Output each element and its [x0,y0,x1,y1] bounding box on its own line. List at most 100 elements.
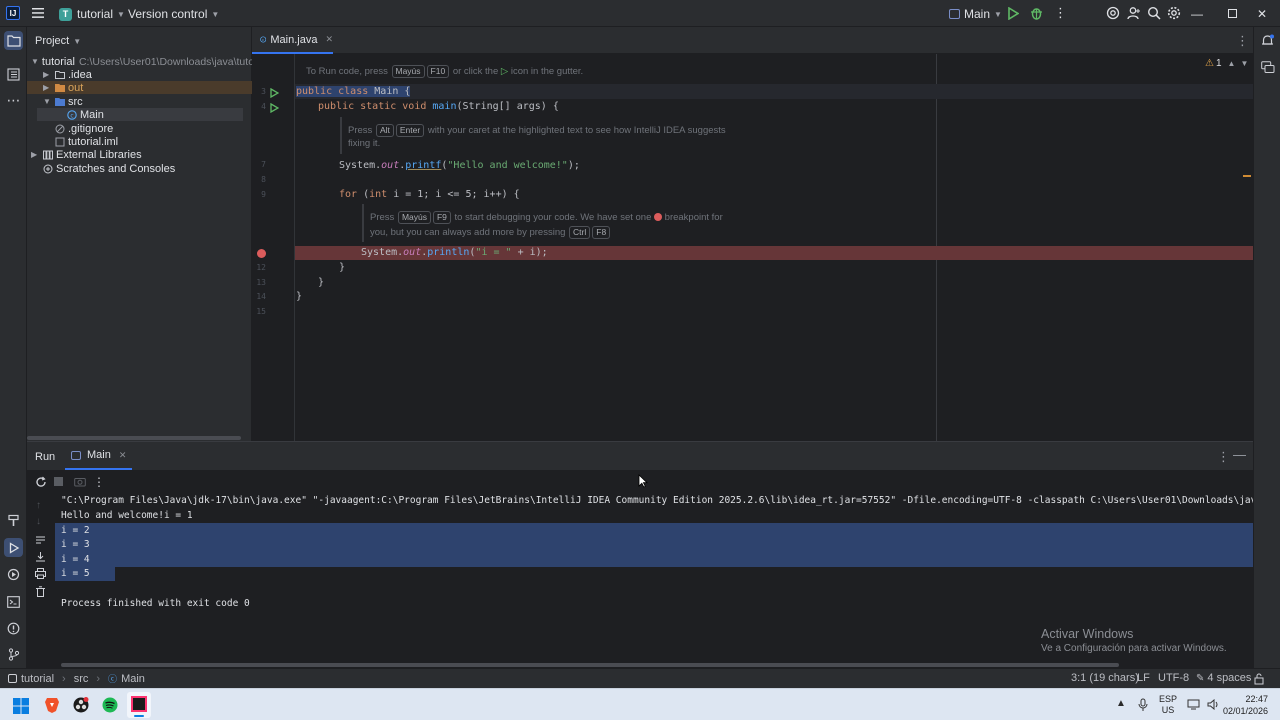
breakpoint-icon[interactable] [257,249,266,258]
stop-icon[interactable] [54,477,63,486]
main-menu-icon[interactable] [30,6,46,23]
tree-item-src[interactable]: ▼ src [43,95,83,108]
debug-icon[interactable] [1030,6,1043,23]
tree-item-scratches[interactable]: Scratches and Consoles [43,162,175,175]
gutter-run-icon[interactable] [270,87,280,101]
tree-item-idea[interactable]: ▶ .idea [43,68,92,81]
spotify-icon[interactable] [102,697,118,716]
indent-widget[interactable]: ✎ 4 spaces [1196,672,1251,684]
rerun-icon[interactable] [35,476,47,491]
add-user-icon[interactable] [1127,6,1141,23]
chevron-up-icon[interactable]: ▲ [1228,59,1236,68]
down-arrow-icon[interactable]: ↓ [36,516,41,527]
close-tab-icon[interactable]: ✕ [325,34,333,45]
right-tool-strip [1253,27,1280,668]
close-tab-icon[interactable]: ✕ [119,450,127,461]
tree-item-main[interactable]: c Main [37,108,243,121]
java-class-icon: c [260,36,267,43]
clock[interactable]: 22:47 02/01/2026 [1222,693,1268,717]
windows-start-icon[interactable] [13,698,29,717]
tree-item-iml[interactable]: tutorial.iml [55,135,118,148]
key-f8: F8 [592,226,611,239]
project-tool-icon[interactable] [4,31,23,50]
run-tool-icon[interactable] [4,538,23,557]
gutter-run-icon[interactable] [270,102,280,116]
breadcrumb-item[interactable]: tutorial [21,673,54,685]
root-name: tutorial [41,55,75,68]
search-icon[interactable] [1147,6,1161,23]
trash-icon[interactable] [35,586,46,600]
ai-chat-icon[interactable] [1258,58,1277,77]
code-line-13[interactable]: } [339,262,345,273]
run-icon[interactable] [1007,6,1020,23]
ai-assistant-icon[interactable] [1106,6,1120,23]
tree-item-label: .idea [68,68,92,81]
project-widget[interactable]: T tutorial ▼ [59,7,125,21]
root-path: C:\Users\User01\Downloads\java\tutorial [78,55,269,68]
time: 22:47 [1245,694,1268,704]
up-arrow-icon[interactable]: ↑ [36,500,41,511]
print-icon[interactable] [35,568,46,582]
soft-wrap-icon[interactable] [35,534,46,548]
tree-item-external-libraries[interactable]: ▶ External Libraries [31,148,142,161]
tree-item-gitignore[interactable]: .gitignore [55,122,113,135]
code-line-12[interactable]: System.out.println("i = " + i); [361,247,548,258]
chevron-down-icon[interactable]: ▼ [1240,59,1248,68]
more-icon[interactable]: ⋮ [93,475,105,489]
obs-icon[interactable] [73,697,89,716]
build-hammer-icon[interactable] [4,511,23,530]
line-separator[interactable]: LF [1137,672,1150,684]
vcs-widget[interactable]: Version control ▼ [128,7,219,21]
horizontal-scrollbar[interactable] [27,436,241,440]
more-tools-icon[interactable]: ⋯ [4,91,23,110]
tree-item-label: out [68,81,84,94]
breadcrumb-item[interactable]: Main [121,673,145,685]
code-line-3[interactable]: public class Main { [296,86,411,97]
tray-chevron-up-icon[interactable]: ▲ [1116,698,1126,709]
services-icon[interactable] [4,565,23,584]
tab-run-main[interactable]: Main ✕ [65,442,133,470]
file-encoding[interactable]: UTF-8 [1158,672,1189,684]
network-icon[interactable] [1187,699,1200,713]
run-config-selector[interactable]: Main ▼ [949,7,1002,21]
tab-options-icon[interactable]: ⋮ [1236,33,1249,49]
lock-icon[interactable] [1254,673,1264,688]
terminal-icon[interactable] [4,592,23,611]
microphone-icon[interactable] [1138,698,1148,715]
volume-icon[interactable] [1207,698,1220,713]
hide-panel-icon[interactable]: — [1233,447,1246,462]
code-line-7[interactable]: System.out.printf("Hello and welcome!"); [339,160,580,171]
code-line-4[interactable]: public static void main(String[] args) { [318,101,559,112]
java-class-icon: ⓒ [108,674,118,684]
hint-alt-enter: Press Alt Enter with your caret at the hi… [348,124,726,137]
code-line-14[interactable]: } [318,277,324,288]
horizontal-scrollbar[interactable] [61,663,1119,667]
caret-position[interactable]: 3:1 (19 chars) [1071,672,1139,684]
scroll-to-end-icon[interactable] [35,551,46,565]
tree-item-out[interactable]: ▶ out [27,81,252,94]
input-language[interactable]: ESP US [1159,694,1177,716]
close-button[interactable]: ✕ [1244,0,1280,27]
intellij-taskbar-button[interactable] [127,692,151,718]
more-actions-icon[interactable]: ⋮ [1054,5,1067,21]
module-icon [8,674,17,683]
structure-tool-icon[interactable] [4,65,23,84]
tree-root[interactable]: ▼ tutorial C:\Users\User01\Downloads\jav… [31,55,268,68]
inspection-widget[interactable]: ⚠ 1 ▲ ▼ [1205,58,1248,69]
line-number: 8 [261,175,266,184]
breadcrumb-item[interactable]: src [74,673,89,685]
tab-run[interactable]: Run [35,451,55,463]
collapsed-arrow-icon: ▶ [43,70,50,79]
problems-icon[interactable] [4,619,23,638]
hint-debug-line2: you, but you can always add more by pres… [370,226,611,239]
brave-browser-icon[interactable] [44,697,60,717]
git-branch-icon[interactable] [4,645,23,664]
code-line-15[interactable]: } [296,291,302,302]
windows-activation-title: Activar Windows [1041,627,1134,641]
options-icon[interactable]: ⋮ [1217,449,1230,465]
code-line-9[interactable]: for (int i = 1; i <= 5; i++) { [339,189,520,200]
camera-icon[interactable] [74,476,86,490]
project-panel-header[interactable]: Project ▼ [35,35,81,47]
notifications-bell-icon[interactable] [1258,31,1277,50]
tab-main-java[interactable]: c Main.java ✕ [252,27,333,54]
